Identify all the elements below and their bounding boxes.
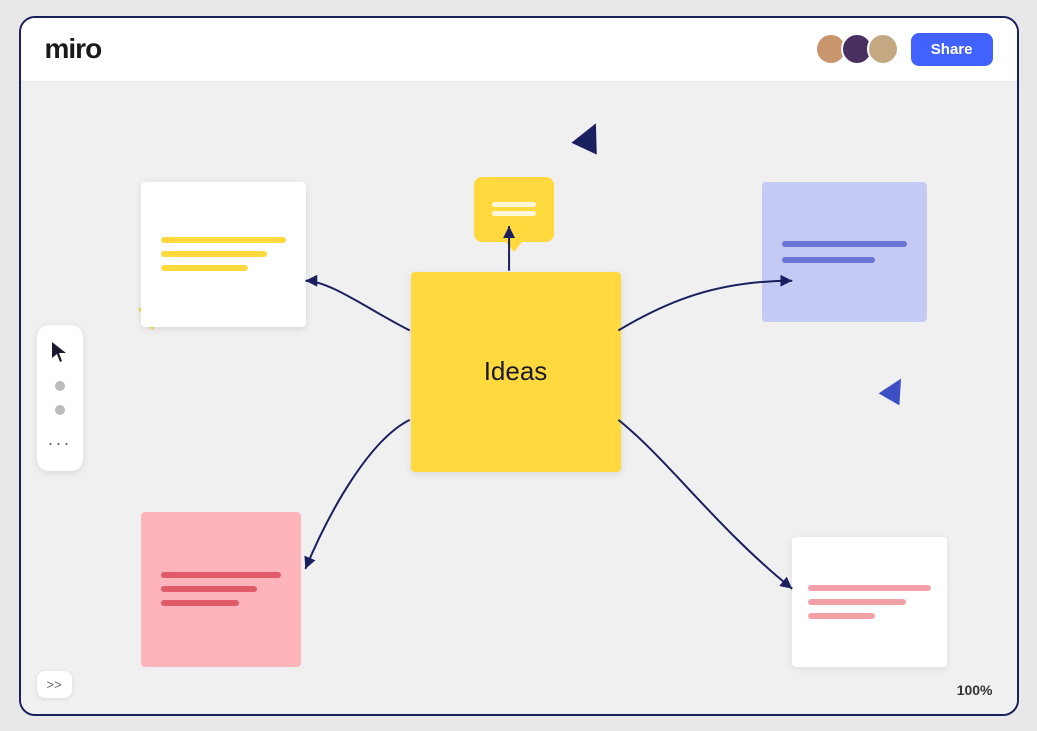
pink-note-bottom-left[interactable]: [141, 512, 301, 667]
pink-line-2: [161, 586, 257, 592]
purple-line-2: [782, 257, 876, 263]
pink-line-3: [161, 600, 239, 606]
ideas-label: Ideas: [484, 356, 548, 387]
share-button[interactable]: Share: [911, 33, 993, 66]
note-line-1: [161, 237, 286, 243]
avatar-3: [867, 33, 899, 65]
pink-br-line-2: [808, 599, 906, 605]
pink-br-line-1: [808, 585, 931, 591]
pink-br-line-3: [808, 613, 876, 619]
bubble-line-1: [492, 202, 536, 207]
purple-line-1: [782, 241, 907, 247]
cursor-dark-top: [571, 117, 608, 154]
cursor-tool[interactable]: [45, 337, 75, 367]
tool-dot-1[interactable]: [55, 381, 65, 391]
logo: miro: [45, 33, 102, 65]
ideas-central-card[interactable]: Ideas: [411, 272, 621, 472]
expand-button[interactable]: >>: [37, 671, 72, 698]
pink-line-1: [161, 572, 281, 578]
tool-dot-2[interactable]: [55, 405, 65, 415]
speech-bubble-card[interactable]: [474, 177, 554, 242]
canvas: ··· Ideas: [21, 82, 1017, 714]
note-line-3: [161, 265, 249, 271]
header: miro Share: [21, 18, 1017, 82]
header-right: Share: [815, 33, 993, 66]
white-note-top-left[interactable]: [141, 182, 306, 327]
purple-note-top-right[interactable]: [762, 182, 927, 322]
avatars: [815, 33, 899, 65]
white-note-bottom-right[interactable]: [792, 537, 947, 667]
app-frame: miro Share ···: [19, 16, 1019, 716]
bubble-line-2: [492, 211, 536, 216]
toolbar-sidebar: ···: [37, 325, 83, 471]
cursor-blue-right: [878, 372, 911, 405]
more-tools-button[interactable]: ···: [45, 429, 75, 459]
note-line-2: [161, 251, 267, 257]
zoom-indicator: 100%: [957, 682, 993, 698]
